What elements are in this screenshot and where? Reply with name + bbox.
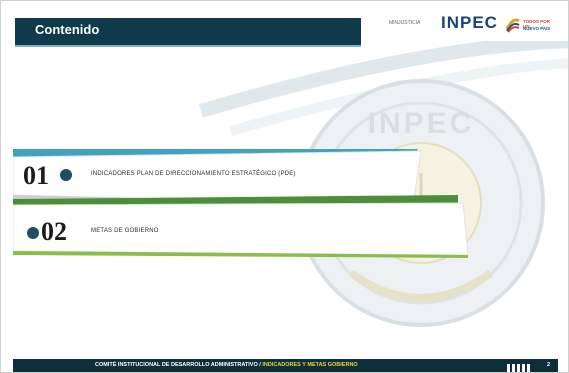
footer-bar: COMITÉ INSTITUCIONAL DE DESARROLLO ADMIN… <box>13 359 558 372</box>
item-1-bullet-icon <box>60 169 72 181</box>
footer-highlight: INDICADORES Y METAS GOBIERNO <box>262 362 358 368</box>
band-2-shape <box>13 195 469 258</box>
item-2-bullet-icon <box>27 227 39 239</box>
item-1-label: INDICADORES PLAN DE DIRECCIONAMIENTO EST… <box>91 171 296 177</box>
page-number: 2 <box>546 362 550 368</box>
slide: INPEC Contenido MINJUSTICIA INPEC TODOS … <box>0 0 569 373</box>
gobierno-emblem-icon <box>505 18 520 33</box>
page-title: Contenido <box>35 22 100 37</box>
inpec-logo: INPEC <box>441 13 498 32</box>
gobierno-slogan-line2: NUEVO PAÍS <box>523 26 551 31</box>
title-bar: Contenido <box>15 18 361 45</box>
logo-area: MINJUSTICIA INPEC TODOS POR UN NUEVO PAÍ… <box>381 11 561 39</box>
item-2-label: METAS DE GOBIERNO <box>91 228 159 234</box>
footer-bars-icon <box>507 361 533 372</box>
ministerio-logo: MINJUSTICIA <box>389 20 421 26</box>
item-2-number: 02 <box>41 217 67 246</box>
content-item-2[interactable]: 02 METAS DE GOBIERNO <box>13 193 471 261</box>
footer-text: COMITÉ INSTITUCIONAL DE DESARROLLO ADMIN… <box>95 362 358 368</box>
seal-lettering: INPEC <box>368 107 475 140</box>
item-1-number: 01 <box>23 161 49 190</box>
gobierno-logo: TODOS POR UN NUEVO PAÍS <box>505 14 555 36</box>
footer-committee: COMITÉ INSTITUCIONAL DE DESARROLLO ADMIN… <box>95 362 263 368</box>
